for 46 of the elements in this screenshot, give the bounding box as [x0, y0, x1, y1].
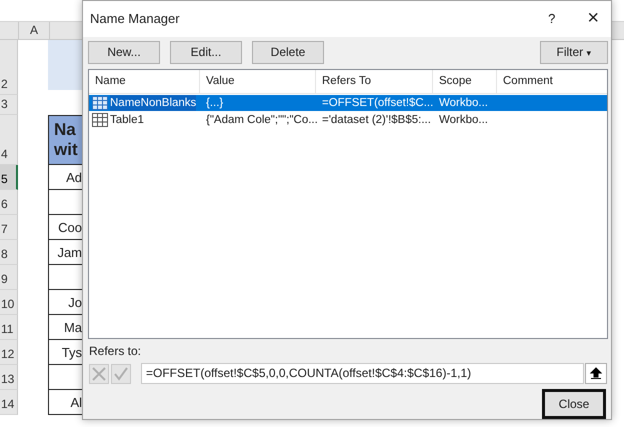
- name-row[interactable]: Table1 {"Adam Cole";"";"Co... ='dataset (2)'!$B$5:... Workbo...: [89, 112, 607, 128]
- column-header[interactable]: Scope: [433, 70, 497, 93]
- name-row[interactable]: NameNonBlanks {...} =OFFSET(offset!$C... Workbo...: [89, 94, 607, 111]
- close-button[interactable]: Close: [542, 389, 606, 419]
- dialog-button[interactable]: Edit...: [170, 40, 242, 64]
- cancel-icon[interactable]: [89, 364, 109, 384]
- row-number[interactable]: 4: [0, 115, 18, 165]
- table-icon: [92, 112, 108, 127]
- refers-to-text: =OFFSET(offset!$C...: [321, 96, 433, 111]
- column-header[interactable]: A: [19, 22, 50, 39]
- row-number[interactable]: 9: [0, 265, 18, 290]
- row-number[interactable]: 7: [0, 215, 18, 240]
- table-icon: [92, 96, 108, 110]
- row-number[interactable]: 8: [0, 240, 18, 265]
- row-number[interactable]: 13: [0, 365, 18, 390]
- row-number[interactable]: 14: [0, 390, 18, 415]
- filter-button[interactable]: Filter ▾: [540, 40, 608, 64]
- row-number[interactable]: 11: [0, 315, 18, 340]
- column-header[interactable]: Value: [200, 70, 316, 93]
- row-number[interactable]: 2: [0, 40, 18, 95]
- collapse-icon[interactable]: [585, 363, 607, 384]
- scope-text: Workbo...: [438, 112, 489, 128]
- check-icon[interactable]: [111, 364, 131, 384]
- row-number[interactable]: 3: [0, 95, 18, 115]
- value-text: {...}: [205, 96, 224, 111]
- row-number[interactable]: 6: [0, 190, 18, 215]
- scope-text: Workbo...: [438, 96, 489, 111]
- refers-to-label: Refers to:: [89, 344, 142, 358]
- window-title: Name Manager: [90, 11, 181, 26]
- title-cell: [48, 40, 82, 90]
- refers-to-text: ='dataset (2)'!$B$5:...: [321, 112, 432, 128]
- name-text: NameNonBlanks: [110, 94, 196, 111]
- column-header[interactable]: Refers To: [316, 70, 433, 93]
- row-number[interactable]: 10: [0, 290, 18, 315]
- dialog-button[interactable]: New...: [88, 40, 160, 64]
- column-header[interactable]: Comment: [497, 70, 607, 93]
- name-text: Table1: [110, 112, 144, 128]
- header-cell: Na wit: [48, 115, 82, 165]
- column-header[interactable]: Name: [89, 70, 200, 93]
- close-icon[interactable]: ×: [587, 7, 599, 30]
- dialog-button[interactable]: Delete: [252, 40, 324, 64]
- row-number[interactable]: 12: [0, 340, 18, 365]
- value-text: {"Adam Cole";"";"Co...: [205, 112, 316, 128]
- row-number[interactable]: 5: [0, 165, 18, 190]
- refers-to-field[interactable]: =OFFSET(offset!$C$5,0,0,COUNTA(offset!$C$4:$C$16)-1,1): [141, 363, 584, 384]
- help-button[interactable]: ?: [548, 11, 556, 26]
